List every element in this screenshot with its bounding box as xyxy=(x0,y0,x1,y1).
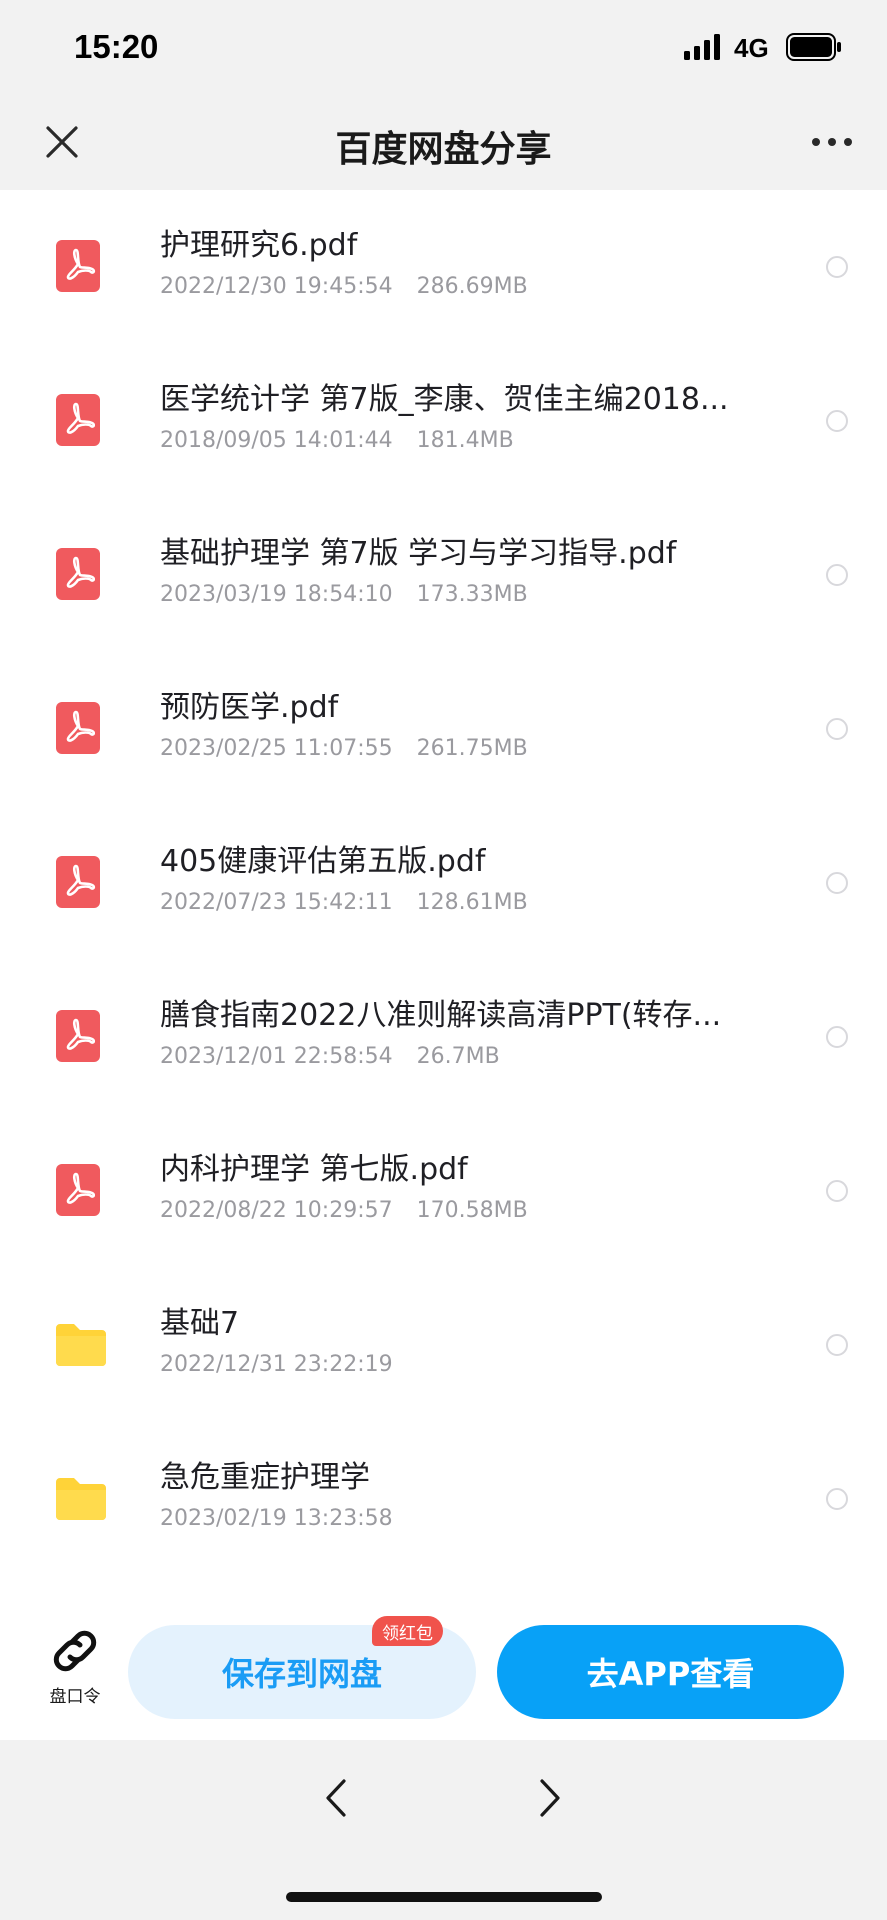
file-row[interactable]: 急危重症护理学 2023/02/19 13:23:58 xyxy=(0,1422,887,1576)
file-name: 急危重症护理学 xyxy=(160,1460,370,1495)
select-radio[interactable] xyxy=(826,410,848,432)
file-meta: 2022/08/22 10:29:57 170.58MB xyxy=(160,1198,528,1223)
file-row[interactable]: 基础护理学 第7版 学习与学习指导.pdf 2023/03/19 18:54:10… xyxy=(0,498,887,652)
file-date: 2023/03/19 18:54:10 xyxy=(160,582,393,607)
select-radio[interactable] xyxy=(826,718,848,740)
file-meta: 2022/12/30 19:45:54 286.69MB xyxy=(160,274,528,299)
file-date: 2022/12/31 23:22:19 xyxy=(160,1352,393,1377)
select-radio[interactable] xyxy=(826,872,848,894)
screen: 15:20 4G 百度网盘分享 护理研究6.pdf 2022/12/30 19:… xyxy=(0,0,887,1920)
select-radio[interactable] xyxy=(826,1488,848,1510)
file-date: 2022/08/22 10:29:57 xyxy=(160,1198,393,1223)
file-size: 261.75MB xyxy=(416,736,528,761)
select-radio[interactable] xyxy=(826,1334,848,1356)
file-name: 内科护理学 第七版.pdf xyxy=(160,1152,468,1187)
signal-icon xyxy=(684,34,720,60)
file-row[interactable]: 预防医学.pdf 2023/02/25 11:07:55 261.75MB xyxy=(0,652,887,806)
status-bar: 15:20 4G xyxy=(0,0,887,98)
pdf-file-icon xyxy=(54,236,108,296)
open-in-app-button[interactable]: 去APP查看 xyxy=(497,1625,844,1719)
select-radio[interactable] xyxy=(826,564,848,586)
file-row[interactable]: 膳食指南2022八准则解读高清PPT(转存... 2023/12/01 22:58… xyxy=(0,960,887,1114)
file-date: 2022/12/30 19:45:54 xyxy=(160,274,393,299)
battery-icon xyxy=(786,33,841,61)
file-row[interactable]: 405健康评估第五版.pdf 2022/07/23 15:42:11 128.61M… xyxy=(0,806,887,960)
file-name: 膳食指南2022八准则解读高清PPT(转存... xyxy=(160,998,722,1033)
file-list: 护理研究6.pdf 2022/12/30 19:45:54 286.69MB 医学统计… xyxy=(0,190,887,1576)
pdf-file-icon xyxy=(54,544,108,604)
action-bar: 盘口令 保存到网盘 领红包 去APP查看 xyxy=(0,1600,887,1740)
file-name: 护理研究6.pdf xyxy=(160,228,358,263)
file-date: 2023/02/19 13:23:58 xyxy=(160,1506,393,1531)
file-date: 2023/02/25 11:07:55 xyxy=(160,736,393,761)
file-name: 预防医学.pdf xyxy=(160,690,339,725)
file-meta: 2023/03/19 18:54:10 173.33MB xyxy=(160,582,528,607)
folder-icon xyxy=(54,1468,108,1528)
more-icon xyxy=(812,138,852,146)
file-row[interactable]: 医学统计学 第7版_李康、贺佳主编2018... 2018/09/05 14:01… xyxy=(0,344,887,498)
pdf-file-icon xyxy=(54,1006,108,1066)
file-date: 2018/09/05 14:01:44 xyxy=(160,428,393,453)
network-type: 4G xyxy=(734,33,769,63)
pdf-file-icon xyxy=(54,390,108,450)
pdf-file-icon xyxy=(54,1160,108,1220)
pdf-file-icon xyxy=(54,698,108,758)
folder-icon xyxy=(54,1314,108,1374)
file-size: 170.58MB xyxy=(416,1198,528,1223)
file-name: 基础护理学 第7版 学习与学习指导.pdf xyxy=(160,536,677,571)
more-button[interactable] xyxy=(807,120,857,164)
file-meta: 2023/12/01 22:58:54 26.7MB xyxy=(160,1044,500,1069)
back-button[interactable] xyxy=(316,1770,356,1826)
file-name: 医学统计学 第7版_李康、贺佳主编2018... xyxy=(160,382,729,417)
file-date: 2023/12/01 22:58:54 xyxy=(160,1044,393,1069)
status-time: 15:20 xyxy=(74,28,159,65)
select-radio[interactable] xyxy=(826,1180,848,1202)
file-size: 128.61MB xyxy=(416,890,528,915)
browser-toolbar xyxy=(0,1740,887,1920)
file-meta: 2022/07/23 15:42:11 128.61MB xyxy=(160,890,528,915)
link-icon xyxy=(53,1630,97,1672)
chevron-right-icon xyxy=(540,1779,560,1817)
file-row[interactable]: 护理研究6.pdf 2022/12/30 19:45:54 286.69MB xyxy=(0,190,887,344)
share-code-label: 盘口令 xyxy=(49,1687,101,1707)
file-name: 405健康评估第五版.pdf xyxy=(160,844,486,879)
page-title: 百度网盘分享 xyxy=(335,129,552,170)
file-size: 286.69MB xyxy=(416,274,528,299)
red-packet-badge: 领红包 xyxy=(372,1616,443,1646)
file-meta: 2022/12/31 23:22:19 xyxy=(160,1352,393,1377)
file-meta: 2023/02/19 13:23:58 xyxy=(160,1506,393,1531)
select-radio[interactable] xyxy=(826,256,848,278)
file-size: 181.4MB xyxy=(416,428,514,453)
file-row[interactable]: 内科护理学 第七版.pdf 2022/08/22 10:29:57 170.58MB xyxy=(0,1114,887,1268)
nav-bar: 百度网盘分享 xyxy=(0,98,887,190)
chevron-left-icon xyxy=(326,1779,346,1817)
file-date: 2022/07/23 15:42:11 xyxy=(160,890,393,915)
pdf-file-icon xyxy=(54,852,108,912)
file-name: 基础7 xyxy=(160,1306,240,1341)
file-size: 26.7MB xyxy=(416,1044,500,1069)
file-meta: 2023/02/25 11:07:55 261.75MB xyxy=(160,736,528,761)
home-indicator xyxy=(286,1892,602,1902)
file-meta: 2018/09/05 14:01:44 181.4MB xyxy=(160,428,514,453)
share-code-button[interactable]: 盘口令 xyxy=(40,1628,110,1708)
select-radio[interactable] xyxy=(826,1026,848,1048)
file-size: 173.33MB xyxy=(416,582,528,607)
file-row[interactable]: 基础7 2022/12/31 23:22:19 xyxy=(0,1268,887,1422)
forward-button[interactable] xyxy=(530,1770,570,1826)
